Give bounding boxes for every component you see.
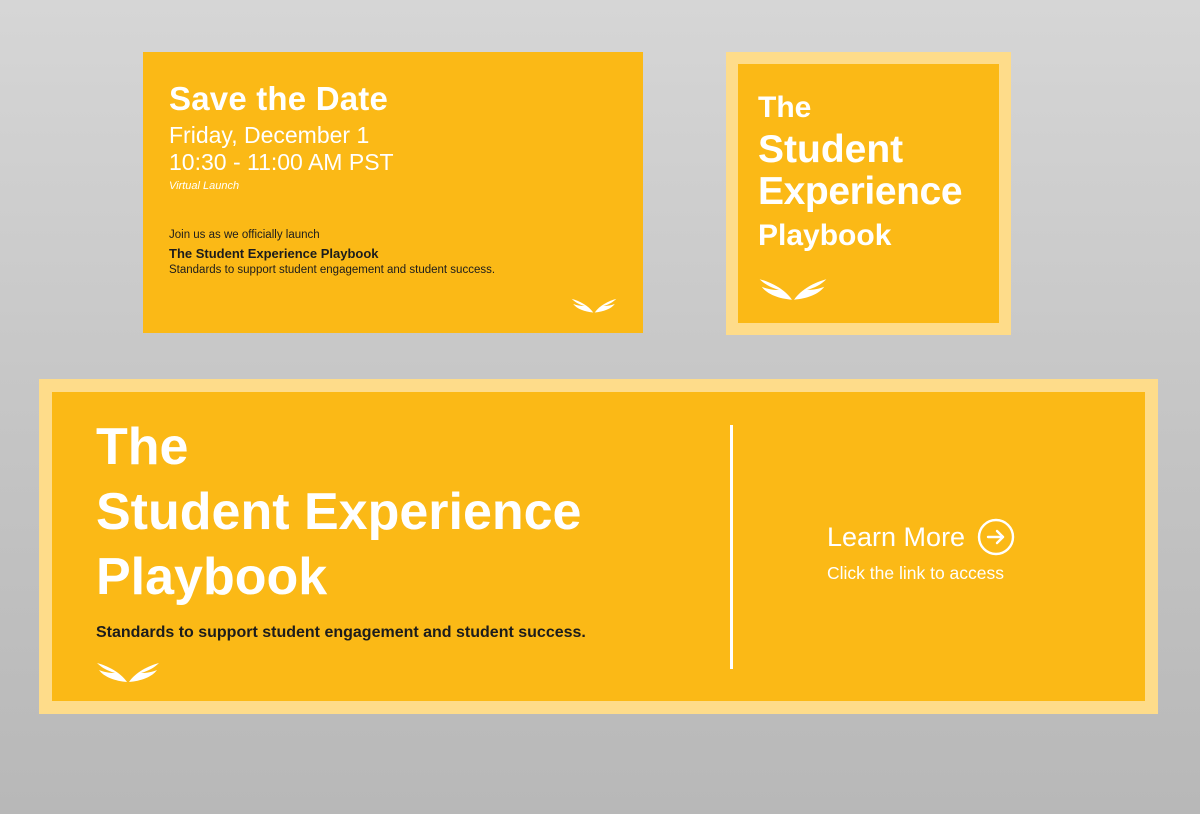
banner-playbook-card: The Student Experience Playbook Standard… — [39, 379, 1158, 714]
banner-title-line-1: Student Experience — [96, 483, 582, 541]
wings-logo-icon — [759, 279, 827, 300]
wings-logo-icon — [97, 663, 159, 682]
save-the-date-title: Save the Date — [169, 80, 389, 117]
event-format: Virtual Launch — [169, 180, 240, 192]
square-title-line-1: Student — [758, 128, 904, 171]
event-date: Friday, December 1 — [169, 122, 370, 148]
invite-text: Join us as we officially launch — [169, 229, 320, 241]
square-title-line-3: Playbook — [758, 219, 892, 252]
playbook-name: The Student Experience Playbook — [169, 246, 379, 261]
banner-title-the: The — [96, 418, 189, 476]
banner-tagline: Standards to support student engagement … — [96, 624, 586, 641]
vertical-divider — [730, 425, 733, 669]
wings-logo-icon — [571, 298, 617, 313]
square-title-the: The — [758, 91, 812, 124]
save-the-date-card: Save the Date Friday, December 1 10:30 -… — [143, 52, 643, 333]
square-title-line-2: Experience — [758, 170, 963, 213]
learn-more-subtext: Click the link to access — [827, 563, 1005, 583]
square-card-panel: The Student Experience Playbook — [738, 64, 999, 323]
square-playbook-card: The Student Experience Playbook — [726, 52, 1011, 335]
arrow-right-circle-icon[interactable] — [977, 518, 1015, 556]
banner-title-line-2: Playbook — [96, 548, 328, 606]
playbook-tagline: Standards to support student engagement … — [169, 264, 496, 276]
event-time: 10:30 - 11:00 AM PST — [169, 149, 394, 175]
banner-card-panel: The Student Experience Playbook Standard… — [52, 392, 1145, 701]
learn-more-label: Learn More — [827, 522, 966, 552]
learn-more-link[interactable]: Learn More — [827, 518, 1015, 556]
